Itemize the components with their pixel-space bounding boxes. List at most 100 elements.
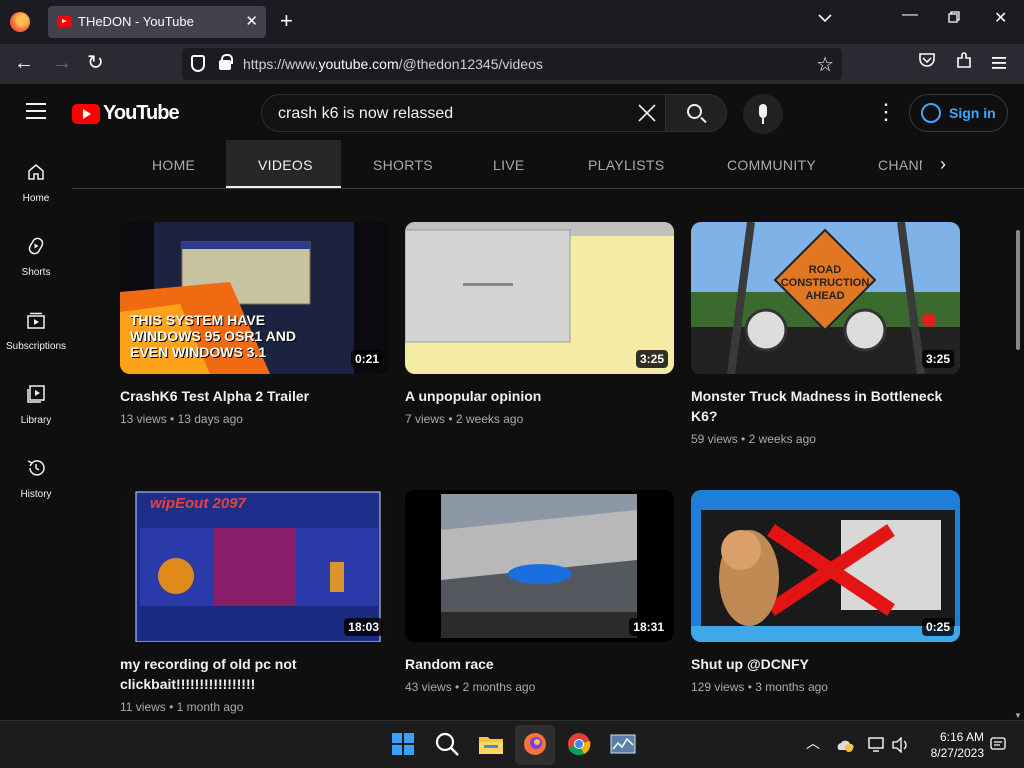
sign-in-button[interactable]: Sign in [909, 94, 1008, 132]
tab-home[interactable]: HOME [152, 157, 195, 173]
lock-icon[interactable] [219, 54, 233, 70]
youtube-favicon-icon [57, 16, 72, 27]
firefox-taskbar-icon[interactable] [522, 731, 548, 757]
page-scrollbar[interactable]: ▼ [1012, 190, 1024, 720]
rail-item-library[interactable]: Library [0, 362, 72, 436]
video-card[interactable]: 3:25 A unpopular opinion 7 views • 2 wee… [405, 222, 674, 426]
video-card[interactable]: wipEout 2097 18:03 my recording of old p… [120, 490, 389, 714]
tray-overflow-chevron-icon[interactable]: ︿ [806, 733, 820, 753]
tab-playlists[interactable]: PLAYLISTS [588, 157, 664, 173]
search-query-text[interactable]: crash k6 is now relassed [278, 105, 453, 123]
taskbar-search-icon[interactable] [434, 731, 460, 757]
video-meta: 11 views • 1 month ago [120, 700, 244, 714]
video-thumbnail[interactable]: 3:25 [405, 222, 674, 374]
new-tab-button[interactable]: + [280, 8, 293, 34]
video-card[interactable]: THIS SYSTEM HAVE WINDOWS 95 OSR1 AND EVE… [120, 222, 389, 426]
video-card[interactable]: 0:25 Shut up @DCNFY 129 views • 3 months… [691, 490, 960, 694]
tab-videos[interactable]: VIDEOS [258, 157, 313, 173]
thumbnail-caption: ROAD CONSTRUCTION AHEAD [780, 264, 870, 302]
address-bar[interactable]: https://www.youtube.com/@thedon12345/vid… [182, 48, 842, 80]
thumbnail-image [691, 490, 960, 642]
volume-icon[interactable] [892, 737, 910, 753]
video-thumbnail[interactable]: THIS SYSTEM HAVE WINDOWS 95 OSR1 AND EVE… [120, 222, 389, 374]
video-title[interactable]: Monster Truck Madness in Bottleneck K6? [691, 386, 960, 426]
duration-badge: 0:21 [350, 350, 383, 368]
chevron-right-icon[interactable]: › [940, 154, 946, 175]
tab-title: THeDON - YouTube [78, 14, 194, 29]
scrollbar-thumb[interactable] [1016, 230, 1020, 350]
chrome-icon[interactable] [566, 731, 592, 757]
duration-badge: 18:31 [629, 618, 668, 636]
rail-item-shorts[interactable]: Shorts [0, 214, 72, 288]
tracking-protection-shield-icon[interactable] [191, 55, 205, 72]
video-meta: 43 views • 2 months ago [405, 680, 536, 694]
browser-tab-bar: THeDON - YouTube ✕ + — ✕ [0, 0, 1024, 44]
voice-search-mic-icon[interactable] [743, 94, 783, 134]
reload-icon[interactable]: ↻ [87, 52, 104, 74]
rail-item-history[interactable]: History [0, 436, 72, 510]
back-arrow-icon[interactable]: ← [14, 52, 34, 74]
network-icon[interactable] [868, 737, 886, 753]
video-card[interactable]: ROAD CONSTRUCTION AHEAD 3:25 Monster Tru… [691, 222, 960, 446]
thumbnail-image [405, 222, 674, 374]
guide-menu-icon[interactable] [26, 103, 46, 119]
video-title[interactable]: CrashK6 Test Alpha 2 Trailer [120, 386, 389, 406]
video-thumbnail[interactable]: 0:25 [691, 490, 960, 642]
video-card[interactable]: 18:31 Random race 43 views • 2 months ag… [405, 490, 674, 694]
search-icon [687, 104, 702, 119]
video-thumbnail[interactable]: wipEout 2097 18:03 [120, 490, 389, 642]
video-title[interactable]: Random race [405, 654, 674, 674]
video-meta: 129 views • 3 months ago [691, 680, 828, 694]
windows-taskbar: ︿ 6:16 AM 8/27/2023 [0, 720, 1024, 768]
close-window-button[interactable]: ✕ [994, 8, 1007, 28]
taskbar-clock[interactable]: 6:16 AM 8/27/2023 [920, 729, 984, 761]
video-meta: 7 views • 2 weeks ago [405, 412, 524, 426]
notifications-icon[interactable] [990, 737, 1006, 753]
duration-badge: 3:25 [635, 350, 668, 368]
thumbnail-caption: wipEout 2097 [150, 495, 246, 512]
search-button[interactable] [665, 94, 727, 132]
video-meta: 59 views • 2 weeks ago [691, 432, 816, 446]
home-icon [28, 164, 44, 180]
firefox-icon[interactable] [10, 12, 30, 32]
tab-live[interactable]: LIVE [493, 157, 525, 173]
windows-start-icon[interactable] [390, 731, 416, 757]
youtube-logo[interactable]: YouTube [72, 102, 180, 125]
duration-badge: 3:25 [921, 350, 954, 368]
scroll-down-arrow-icon[interactable]: ▼ [1014, 711, 1022, 720]
video-thumbnail[interactable]: ROAD CONSTRUCTION AHEAD 3:25 [691, 222, 960, 374]
forward-arrow-icon[interactable]: → [52, 52, 72, 74]
rail-item-subscriptions[interactable]: Subscriptions [0, 288, 72, 362]
tab-community[interactable]: COMMUNITY [727, 157, 816, 173]
close-tab-icon[interactable]: ✕ [245, 12, 258, 30]
settings-kebab-icon[interactable]: ⋮ [875, 101, 897, 123]
extensions-icon[interactable] [955, 52, 973, 75]
video-title[interactable]: A unpopular opinion [405, 386, 674, 406]
library-icon [27, 385, 45, 403]
browser-tab[interactable]: THeDON - YouTube ✕ [48, 6, 266, 38]
restore-window-button[interactable] [948, 10, 960, 28]
channel-tabs: HOME VIDEOS SHORTS LIVE PLAYLISTS COMMUN… [72, 140, 1024, 189]
video-title[interactable]: Shut up @DCNFY [691, 654, 960, 674]
video-thumbnail[interactable]: 18:31 [405, 490, 674, 642]
app-menu-icon[interactable] [992, 52, 1006, 74]
resource-monitor-icon[interactable] [610, 731, 636, 757]
search-input[interactable]: crash k6 is now relassed [261, 94, 666, 132]
video-title[interactable]: my recording of old pc not clickbait!!!!… [120, 654, 389, 694]
list-all-tabs-icon[interactable] [818, 10, 832, 28]
onedrive-icon[interactable] [836, 737, 854, 753]
rail-item-home[interactable]: Home [0, 140, 72, 214]
url-text[interactable]: https://www.youtube.com/@thedon12345/vid… [243, 56, 543, 72]
clear-search-icon[interactable] [637, 99, 657, 130]
tab-shorts[interactable]: SHORTS [373, 157, 433, 173]
pocket-icon[interactable] [918, 52, 936, 74]
bookmark-star-icon[interactable]: ☆ [816, 52, 834, 77]
minimize-window-button[interactable]: — [902, 6, 918, 24]
history-icon [27, 460, 45, 476]
active-tab-underline [226, 186, 341, 188]
tab-channels[interactable]: CHANNELS [878, 157, 922, 173]
video-meta: 13 views • 13 days ago [120, 412, 243, 426]
subscriptions-icon [27, 312, 45, 329]
youtube-header: YouTube crash k6 is now relassed ⋮ Sign … [0, 84, 1024, 140]
file-explorer-icon[interactable] [478, 731, 504, 757]
